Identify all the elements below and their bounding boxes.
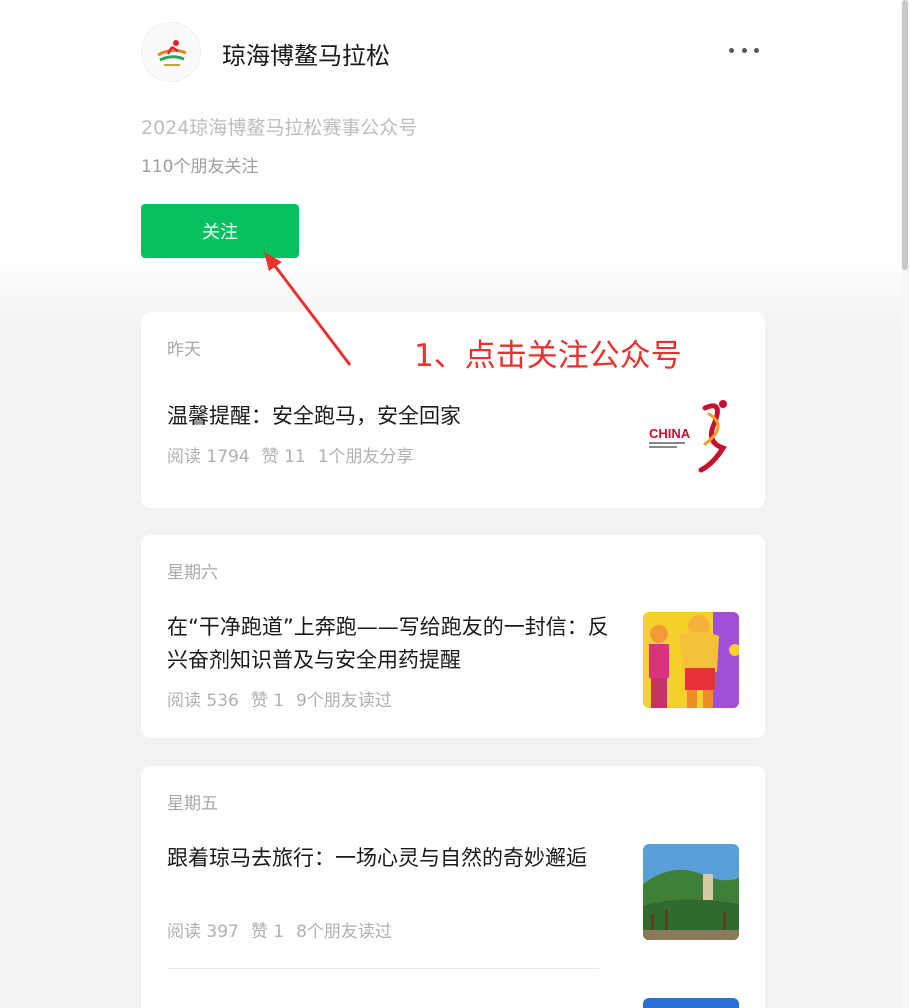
account-name: 琼海博鳌马拉松 bbox=[222, 42, 390, 70]
article-date: 昨天 bbox=[167, 340, 201, 360]
article-stats: 阅读 536 赞 1 9个朋友读过 bbox=[167, 686, 404, 711]
article-thumbnail-partial[interactable] bbox=[643, 998, 739, 1008]
scrollbar-thumb[interactable] bbox=[902, 0, 908, 270]
dot bbox=[754, 47, 759, 53]
friend-activity: 1个朋友分享 bbox=[317, 447, 414, 467]
article-title[interactable]: 跟着琼马去旅行：一场心灵与自然的奇妙邂逅 bbox=[167, 842, 625, 875]
annotation-text: 1、点击关注公众号 bbox=[414, 338, 682, 374]
like-count: 赞 1 bbox=[250, 922, 285, 942]
friend-activity: 9个朋友读过 bbox=[296, 691, 392, 711]
more-options-icon[interactable] bbox=[729, 40, 759, 60]
account-description: 2024琼海博鳌马拉松赛事公众号 bbox=[141, 117, 418, 139]
article-date: 星期六 bbox=[167, 563, 218, 583]
marathon-logo-icon bbox=[157, 40, 187, 66]
friend-activity: 8个朋友读过 bbox=[296, 922, 392, 942]
article-divider bbox=[167, 968, 599, 969]
thumb-logo-text: CHINA bbox=[649, 426, 691, 441]
account-logo[interactable] bbox=[141, 22, 201, 82]
account-page: 琼海博鳌马拉松 2024琼海博鳌马拉松赛事公众号 110个朋友关注 关注 昨天 … bbox=[141, 0, 765, 1008]
friends-following-count: 110个朋友关注 bbox=[141, 157, 259, 177]
article-title[interactable]: 在“干净跑道”上奔跑——写给跑友的一封信：反兴奋剂知识普及与安全用药提醒 bbox=[167, 611, 625, 677]
article-stats: 阅读 397 赞 1 8个朋友读过 bbox=[167, 917, 404, 942]
dot bbox=[741, 47, 747, 53]
landscape-photo-icon bbox=[643, 844, 739, 940]
like-count: 赞 1 bbox=[250, 691, 285, 711]
read-count: 阅读 536 bbox=[167, 691, 239, 711]
article-card[interactable]: 星期六 在“干净跑道”上奔跑——写给跑友的一封信：反兴奋剂知识普及与安全用药提醒… bbox=[141, 535, 765, 738]
scrollbar[interactable] bbox=[901, 0, 909, 1008]
dot bbox=[729, 47, 734, 53]
article-card[interactable]: 星期五 跟着琼马去旅行：一场心灵与自然的奇妙邂逅 阅读 397 赞 1 8个朋友读过 bbox=[141, 766, 765, 1008]
china-marathon-logo-icon: CHINA bbox=[649, 400, 727, 473]
article-thumbnail[interactable] bbox=[643, 844, 739, 940]
read-count: 阅读 397 bbox=[167, 922, 239, 942]
article-thumbnail[interactable]: CHINA bbox=[643, 386, 739, 482]
article-date: 星期五 bbox=[167, 794, 218, 814]
runners-illustration-icon bbox=[643, 612, 739, 708]
read-count: 阅读 1794 bbox=[167, 447, 250, 467]
like-count: 赞 11 bbox=[261, 447, 306, 467]
article-stats: 阅读 1794 赞 11 1个朋友分享 bbox=[167, 442, 426, 467]
follow-button[interactable]: 关注 bbox=[141, 204, 299, 258]
article-thumbnail[interactable] bbox=[643, 612, 739, 708]
article-title[interactable]: 温馨提醒：安全跑马，安全回家 bbox=[167, 400, 625, 433]
account-header: 琼海博鳌马拉松 bbox=[141, 22, 765, 82]
